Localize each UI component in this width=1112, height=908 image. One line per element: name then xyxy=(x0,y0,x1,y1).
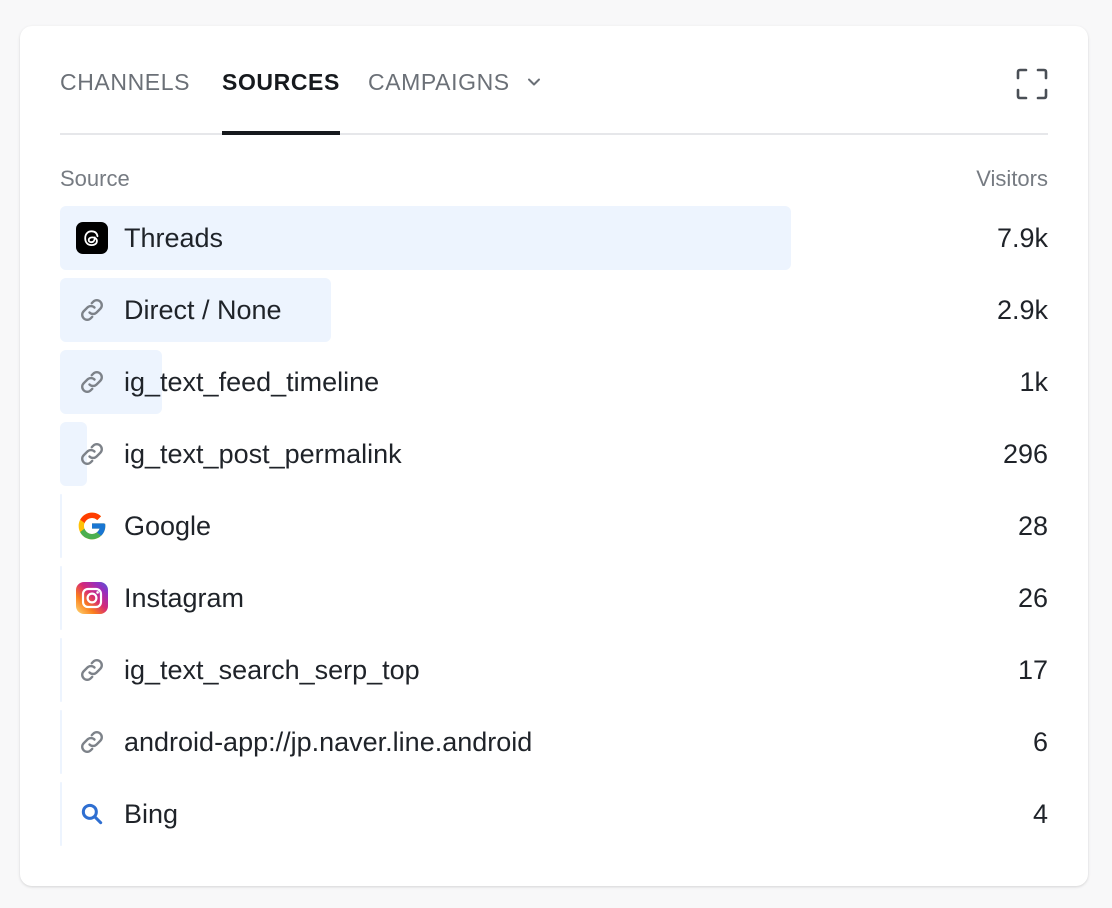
tab-sources-label: SOURCES xyxy=(222,69,340,95)
sources-card: CHANNELS SOURCES CAMPAIGNS Source Visito… xyxy=(20,26,1088,886)
visitors-value: 6 xyxy=(1032,727,1048,757)
visitors-value: 296 xyxy=(1002,439,1048,469)
list-item[interactable]: Instagram 26 xyxy=(60,566,1048,630)
visitors-value: 4 xyxy=(1032,799,1048,829)
row-bar xyxy=(60,782,62,846)
source-label: Direct / None xyxy=(124,295,282,325)
source-label: Instagram xyxy=(124,583,245,613)
row-bar xyxy=(60,566,62,630)
expand-icon xyxy=(1016,68,1048,100)
link-icon xyxy=(76,726,108,758)
search-icon xyxy=(76,798,108,830)
tab-channels-label: CHANNELS xyxy=(60,69,191,95)
list-item[interactable]: Direct / None 2.9k xyxy=(60,278,1048,342)
sources-list: Threads 7.9k Direct / None 2.9k ig_text_… xyxy=(60,206,1048,854)
visitors-value: 28 xyxy=(1017,511,1048,541)
visitors-value: 7.9k xyxy=(996,223,1048,253)
source-label: Google xyxy=(124,511,212,541)
tab-sources[interactable]: SOURCES xyxy=(222,69,340,135)
visitors-value: 1k xyxy=(1019,367,1048,397)
tab-channels[interactable]: CHANNELS xyxy=(60,69,190,133)
tab-campaigns-label: CAMPAIGNS xyxy=(368,69,510,95)
source-label: ig_text_search_serp_top xyxy=(124,655,420,685)
list-item[interactable]: ig_text_post_permalink 296 xyxy=(60,422,1048,486)
list-item[interactable]: android-app://jp.naver.line.android 6 xyxy=(60,710,1048,774)
column-header-source: Source xyxy=(60,166,130,191)
row-bar xyxy=(60,710,62,774)
threads-icon xyxy=(76,222,108,254)
link-icon xyxy=(76,366,108,398)
source-label: ig_text_feed_timeline xyxy=(124,367,380,397)
source-label: ig_text_post_permalink xyxy=(124,439,402,469)
link-icon xyxy=(76,438,108,470)
visitors-value: 26 xyxy=(1017,583,1048,613)
column-header-visitors: Visitors xyxy=(976,166,1048,191)
row-bar xyxy=(60,638,62,702)
visitors-value: 2.9k xyxy=(996,295,1048,325)
list-item[interactable]: ig_text_search_serp_top 17 xyxy=(60,638,1048,702)
instagram-icon xyxy=(76,582,108,614)
link-icon xyxy=(76,654,108,686)
source-label: Threads xyxy=(124,223,224,253)
google-icon xyxy=(76,510,108,542)
list-item[interactable]: Threads 7.9k xyxy=(60,206,1048,270)
expand-button[interactable] xyxy=(1016,68,1048,100)
list-item[interactable]: ig_text_feed_timeline 1k xyxy=(60,350,1048,414)
tab-campaigns[interactable]: CAMPAIGNS xyxy=(368,69,543,133)
source-label: android-app://jp.naver.line.android xyxy=(124,727,533,757)
list-item[interactable]: Google 28 xyxy=(60,494,1048,558)
visitors-value: 17 xyxy=(1017,655,1048,685)
chevron-down-icon xyxy=(527,78,540,86)
row-bar xyxy=(60,494,62,558)
source-label: Bing xyxy=(124,799,179,829)
tab-bar: CHANNELS SOURCES CAMPAIGNS xyxy=(60,26,1048,135)
list-item[interactable]: Bing 4 xyxy=(60,782,1048,846)
link-icon xyxy=(76,294,108,326)
